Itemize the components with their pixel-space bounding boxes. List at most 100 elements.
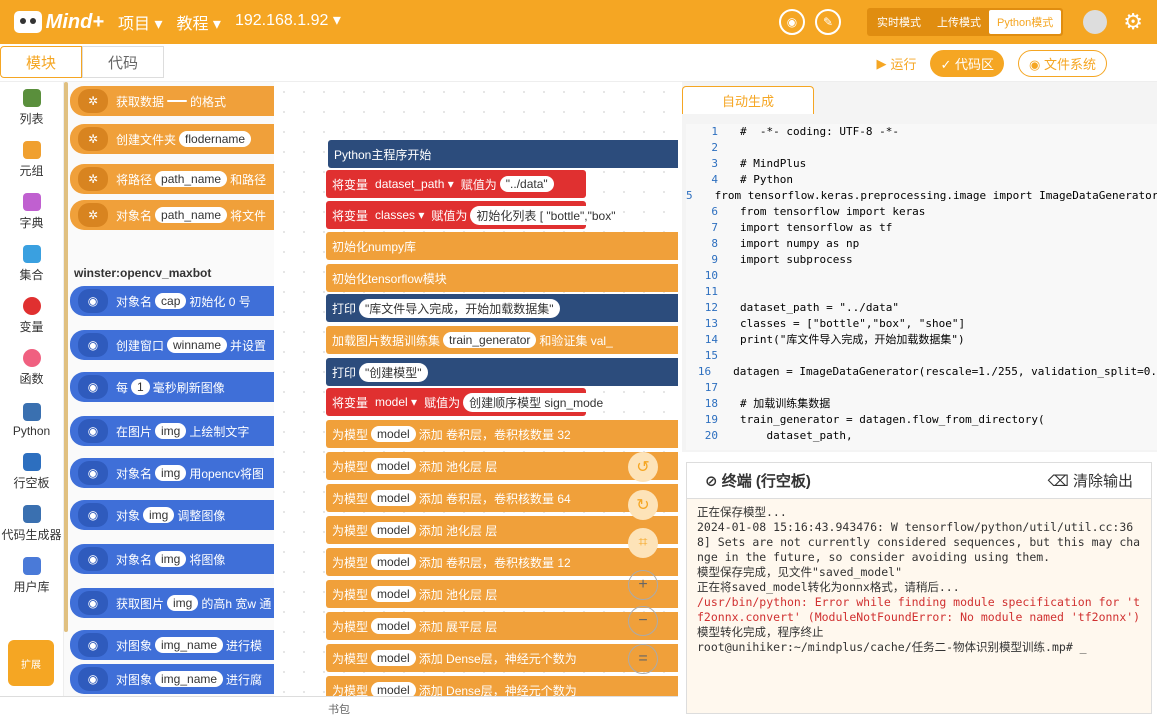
block-input[interactable]: model (371, 522, 416, 538)
tab-blocks[interactable]: 模块 (0, 46, 82, 78)
sidebar-item[interactable]: 变量 (0, 290, 63, 342)
palette-block[interactable]: ✲ 获取数据 的格式 (70, 86, 274, 116)
menu-tutorial[interactable]: 教程 ▾ (176, 10, 220, 34)
sidebar-item[interactable]: 行空板 (0, 446, 63, 498)
variable-dropdown[interactable]: dataset_path ▾ (371, 176, 458, 192)
block-input[interactable]: model (371, 554, 416, 570)
canvas-block[interactable]: 将变量 classes ▾ 赋值为 初始化列表 [ "bottle","box" (326, 201, 622, 229)
code-editor[interactable]: 1 # -*- coding: UTF-8 -*- 2 3 # MindPlus 4 # P… (686, 124, 1157, 450)
undo-icon[interactable]: ↺ (628, 452, 658, 482)
block-input[interactable]: model (371, 586, 416, 602)
crop-icon[interactable]: ⌗ (628, 528, 658, 558)
zoom-out-icon[interactable]: − (628, 606, 658, 636)
gear-icon[interactable]: ⚙ (1123, 9, 1143, 35)
block-input[interactable]: model (371, 682, 416, 696)
canvas-block[interactable]: 初始化numpy库 (326, 232, 678, 260)
block-canvas[interactable]: 为模型 model 添加 Dense层，神经元个数为为模型 model 添加 Dense… (274, 82, 678, 696)
palette-block[interactable]: ◉ 每 1 毫秒刷新图像 (70, 372, 274, 402)
block-input[interactable]: img_name (155, 637, 224, 653)
canvas-block[interactable]: 打印 "库文件导入完成，开始加载数据集" (326, 294, 678, 322)
block-input[interactable]: "库文件导入完成，开始加载数据集" (359, 298, 560, 318)
canvas-block[interactable]: 为模型 model 添加 Dense层，神经元个数为 (326, 644, 678, 672)
canvas-block[interactable]: 为模型 model 添加 卷积层，卷积核数量 32 (326, 420, 678, 448)
canvas-block[interactable]: 打印 "创建模型" (326, 358, 678, 386)
block-input[interactable]: train_generator (443, 332, 537, 348)
tab-auto-generate[interactable]: 自动生成 (682, 86, 814, 114)
block-input[interactable]: model (371, 458, 416, 474)
sidebar-item[interactable]: 集合 (0, 238, 63, 290)
redo-icon[interactable]: ↻ (628, 490, 658, 520)
sidebar-item[interactable]: 函数 (0, 342, 63, 394)
palette-block[interactable]: ✲ 创建文件夹 flodername (70, 124, 274, 154)
canvas-block[interactable]: 将变量 dataset_path ▾ 赋值为 "../data" (326, 170, 586, 198)
block-input[interactable]: model (371, 490, 416, 506)
variable-dropdown[interactable]: classes ▾ (371, 207, 429, 223)
block-input[interactable]: model (371, 618, 416, 634)
canvas-block[interactable]: 为模型 model 添加 池化层 层 (326, 452, 678, 480)
tab-code[interactable]: 代码 (82, 46, 164, 78)
menu-project[interactable]: 项目 ▾ (118, 10, 162, 34)
variable-dropdown[interactable]: model ▾ (371, 394, 422, 410)
canvas-block[interactable]: 初始化tensorflow模块 (326, 264, 678, 292)
clear-output-button[interactable]: ⌫ 清除输出 (1048, 470, 1133, 491)
block-input[interactable]: 初始化列表 [ "bottle","box" (470, 205, 622, 225)
canvas-block[interactable]: Python主程序开始 (328, 140, 678, 168)
palette-block[interactable]: ◉ 对象名 cap 初始化 0 号 (70, 286, 274, 316)
canvas-block[interactable]: 为模型 model 添加 卷积层，卷积核数量 12 (326, 548, 678, 576)
sidebar-item[interactable]: 用户库 (0, 550, 63, 602)
block-input[interactable]: cap (155, 293, 187, 309)
expand-button[interactable]: 扩展 (8, 640, 54, 686)
block-input[interactable]: img (155, 465, 187, 481)
sidebar-item[interactable]: 字典 (0, 186, 63, 238)
palette-block[interactable]: ◉ 对象名 img 将图像 (70, 544, 274, 574)
palette-block[interactable]: ◉ 对图象 img_name 进行腐 (70, 664, 274, 694)
block-input[interactable]: path_name (155, 171, 228, 187)
palette-block[interactable]: ◉ 创建窗口 winname 并设置 (70, 330, 274, 360)
terminal-output[interactable]: 正在保存模型... 2024-01-08 15:16:43.943476: W t… (687, 499, 1151, 661)
block-input[interactable]: model (371, 650, 416, 666)
canvas-block[interactable]: 为模型 model 添加 池化层 层 (326, 516, 678, 544)
center-icon[interactable]: = (628, 644, 658, 674)
sidebar-item[interactable]: Python (0, 394, 63, 446)
mode-upload[interactable]: 上传模式 (929, 10, 989, 34)
block-input[interactable]: 创建顺序模型 sign_mode (463, 392, 610, 412)
run-button[interactable]: ▶ 运行 (876, 54, 916, 73)
block-input[interactable]: img_name (155, 671, 224, 687)
palette-block[interactable]: ◉ 在图片 img 上绘制文字 (70, 416, 274, 446)
block-input[interactable]: img (167, 595, 199, 611)
palette-block[interactable]: ◉ 获取图片 img 的高h 宽w 通 (70, 588, 274, 618)
sidebar-item[interactable]: 列表 (0, 82, 63, 134)
menu-device[interactable]: 192.168.1.92 ▾ (235, 10, 341, 34)
connect-icon[interactable]: ◉ (779, 9, 806, 35)
block-input[interactable] (167, 100, 188, 102)
block-input[interactable]: flodername (179, 131, 252, 147)
block-input[interactable]: "../data" (499, 176, 554, 192)
code-area-button[interactable]: ✓ 代码区 (930, 50, 1005, 77)
canvas-block[interactable]: 为模型 model 添加 池化层 层 (326, 580, 678, 608)
canvas-block[interactable]: 为模型 model 添加 Dense层，神经元个数为 (326, 676, 678, 696)
mindplus-logo[interactable]: Mind+ (14, 7, 104, 37)
palette-block[interactable]: ✲ 对象名 path_name 将文件 (70, 200, 274, 230)
mode-realtime[interactable]: 实时模式 (869, 10, 929, 34)
block-input[interactable]: winname (167, 337, 228, 353)
block-input[interactable]: path_name (155, 207, 228, 223)
canvas-block[interactable]: 为模型 model 添加 卷积层，卷积核数量 64 (326, 484, 678, 512)
sidebar-item[interactable]: 代码生成器 (0, 498, 63, 550)
backpack-bar[interactable]: 书包 (0, 696, 678, 720)
palette-scrollbar[interactable] (64, 82, 68, 632)
block-input[interactable]: 1 (131, 379, 150, 395)
canvas-block[interactable]: 为模型 model 添加 展平层 层 (326, 612, 678, 640)
block-input[interactable]: model (371, 426, 416, 442)
sidebar-item[interactable]: 元组 (0, 134, 63, 186)
palette-block[interactable]: ◉ 对象 img 调整图像 (70, 500, 274, 530)
block-input[interactable]: img (155, 423, 187, 439)
avatar[interactable] (1083, 10, 1108, 34)
block-input[interactable]: "创建模型" (359, 362, 428, 382)
palette-block[interactable]: ◉ 对象名 img 用opencv将图 (70, 458, 274, 488)
edit-icon[interactable]: ✎ (815, 9, 842, 35)
block-input[interactable]: img (143, 507, 175, 523)
palette-block[interactable]: ◉ 对图象 img_name 进行模 (70, 630, 274, 660)
block-input[interactable]: img (155, 551, 187, 567)
canvas-block[interactable]: 将变量 model ▾ 赋值为 创建顺序模型 sign_mode (326, 388, 610, 416)
palette-block[interactable]: ✲ 将路径 path_name 和路径 (70, 164, 274, 194)
